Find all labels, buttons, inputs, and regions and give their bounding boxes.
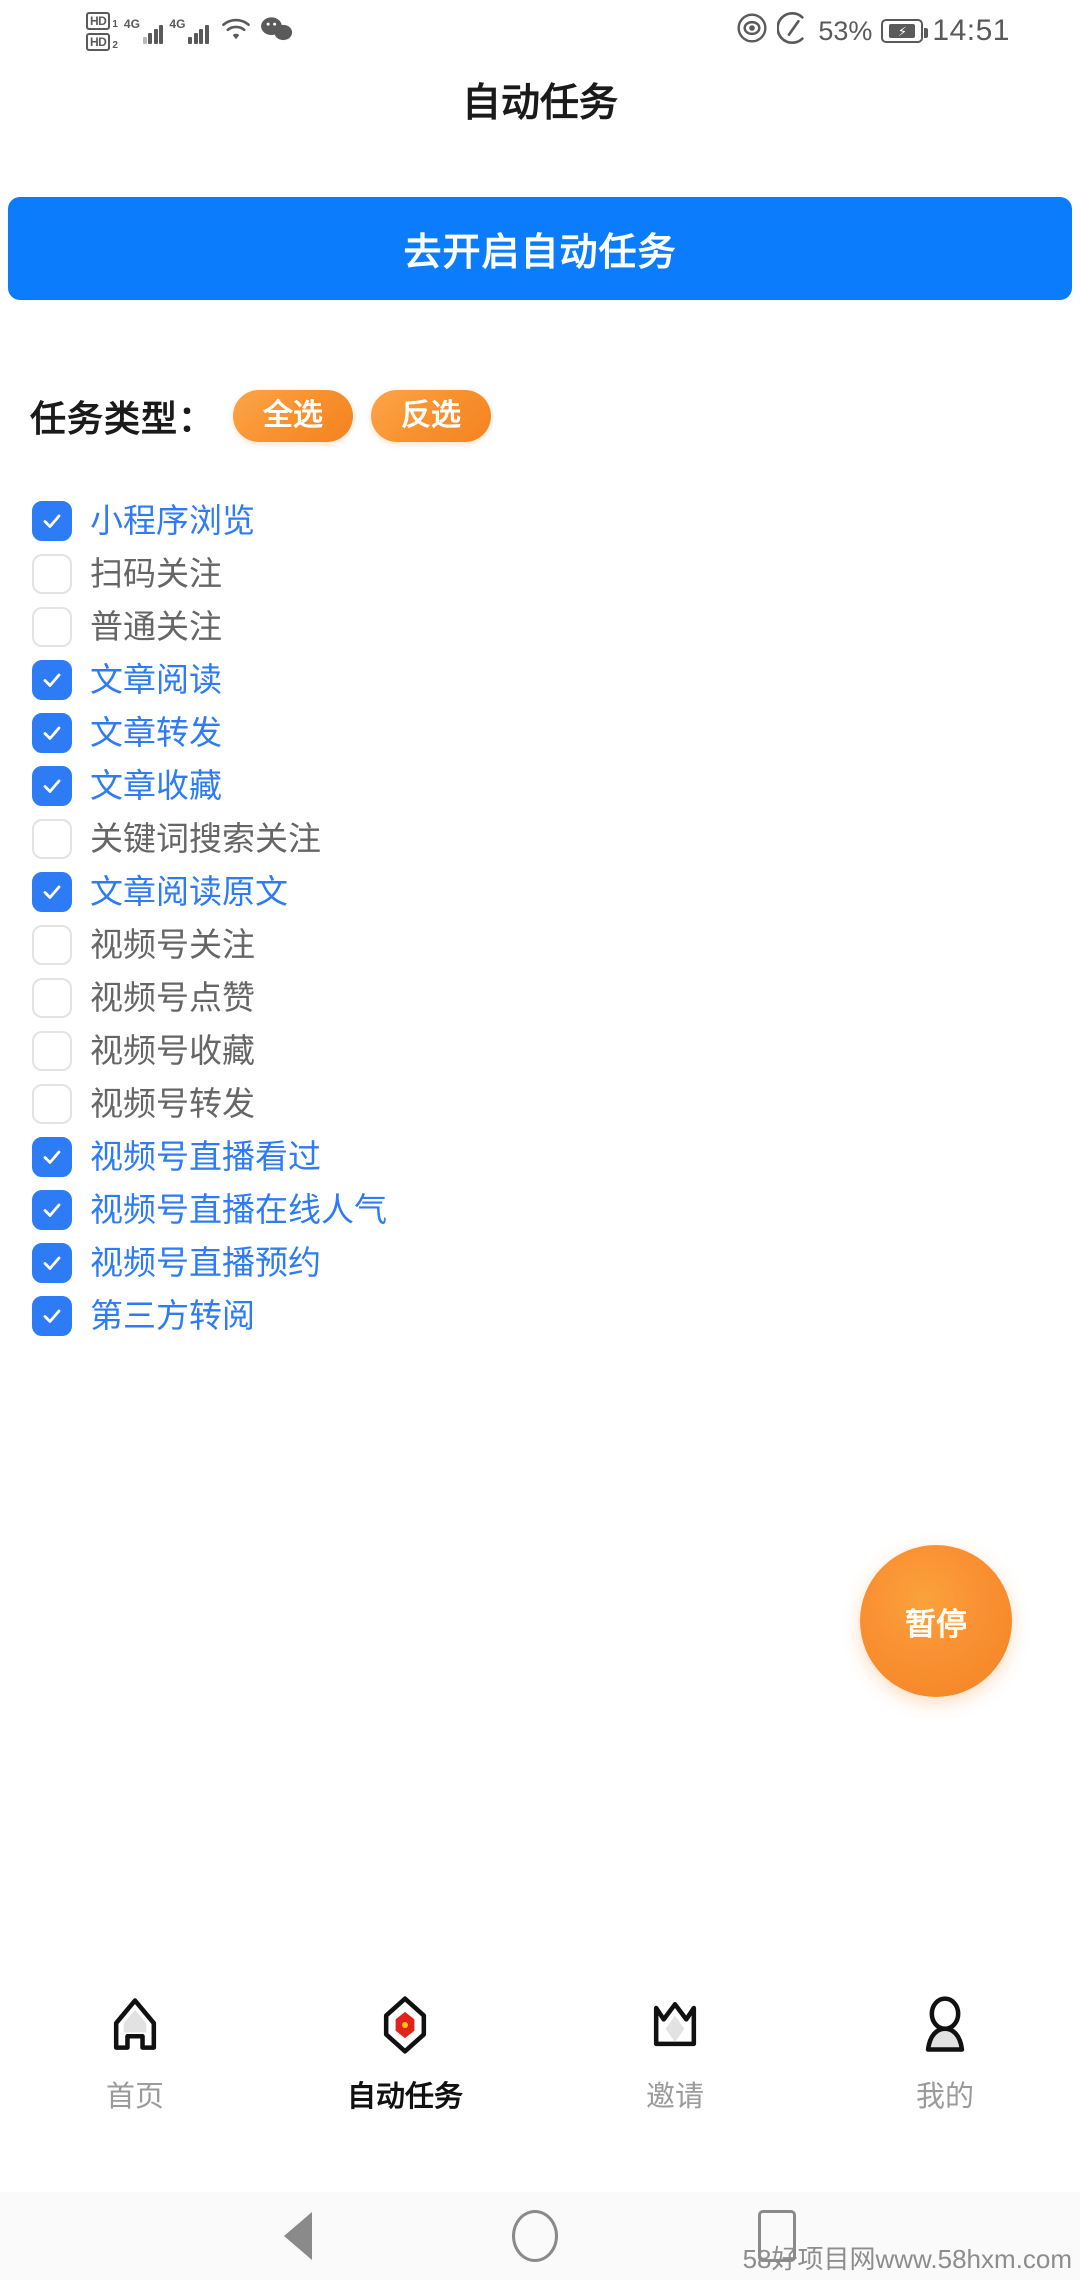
- task-item[interactable]: 文章阅读原文: [32, 865, 732, 918]
- task-item[interactable]: 关键词搜索关注: [32, 812, 732, 865]
- task-item[interactable]: 视频号点赞: [32, 971, 732, 1024]
- task-type-label: 任务类型：: [30, 398, 216, 439]
- hd-dual-sim-icon: HD 1 HD 2: [86, 11, 118, 51]
- hd2-label: HD: [86, 32, 111, 51]
- home-circle-icon[interactable]: [512, 2210, 558, 2262]
- checkbox-checked-icon[interactable]: [32, 659, 72, 700]
- wechat-icon: [259, 15, 295, 48]
- checkbox-unchecked-icon[interactable]: [32, 977, 72, 1018]
- tab-home-label: 首页: [105, 2081, 164, 2113]
- tab-profile[interactable]: 我的: [810, 1975, 1080, 2140]
- task-item-label: 第三方转阅: [90, 1297, 255, 1334]
- speed-meter-icon: [776, 11, 809, 51]
- page-title: 自动任务: [461, 82, 618, 125]
- signal-4g-icon-2: 4G: [169, 18, 209, 44]
- task-item-label: 视频号直播预约: [90, 1244, 321, 1281]
- task-item[interactable]: 文章阅读: [32, 653, 732, 706]
- tab-invite[interactable]: 邀请: [540, 1975, 810, 2140]
- task-item-label: 文章转发: [90, 714, 222, 751]
- checkbox-unchecked-icon[interactable]: [32, 553, 72, 594]
- signal-bars-1: [142, 25, 164, 44]
- task-item-label: 视频号直播看过: [90, 1138, 321, 1175]
- wifi-icon: [219, 16, 253, 47]
- task-item[interactable]: 普通关注: [32, 600, 732, 653]
- hd1-label: HD: [86, 11, 111, 30]
- task-item-label: 视频号直播在线人气: [90, 1191, 387, 1228]
- status-bar-left: HD 1 HD 2 4G 4G: [86, 11, 295, 51]
- status-bar: HD 1 HD 2 4G 4G 53% ⚡ 14:51: [0, 0, 1080, 62]
- task-item[interactable]: 小程序浏览: [32, 494, 732, 547]
- tab-invite-label: 邀请: [645, 2081, 704, 2113]
- task-item-label: 小程序浏览: [90, 502, 255, 539]
- checkbox-checked-icon[interactable]: [32, 1242, 72, 1283]
- task-item-label: 文章收藏: [90, 767, 222, 804]
- bottom-tab-bar: 首页 自动任务 邀请 我的: [0, 1975, 1080, 2140]
- back-triangle-icon[interactable]: [284, 2212, 312, 2260]
- network-type-2: 4G: [169, 17, 186, 31]
- checkbox-checked-icon[interactable]: [32, 1295, 72, 1336]
- task-item[interactable]: 视频号直播看过: [32, 1130, 732, 1183]
- checkbox-unchecked-icon[interactable]: [32, 924, 72, 965]
- battery-charging-icon: ⚡: [881, 19, 929, 43]
- checkbox-unchecked-icon[interactable]: [32, 1030, 72, 1071]
- task-item[interactable]: 文章收藏: [32, 759, 732, 812]
- phone-screen: HD 1 HD 2 4G 4G 53% ⚡ 14:51 自动任务 去开启自动任务…: [0, 0, 1080, 2280]
- pause-floating-button[interactable]: 暂停: [860, 1545, 1012, 1697]
- battery-percent-label: 53%: [818, 15, 873, 46]
- task-item[interactable]: 第三方转阅: [32, 1289, 732, 1342]
- checkbox-unchecked-icon[interactable]: [32, 1083, 72, 1124]
- signal-4g-icon: 4G: [124, 18, 164, 44]
- hd1-sim-number: 1: [112, 18, 118, 30]
- checkbox-checked-icon[interactable]: [32, 500, 72, 541]
- invert-selection-button[interactable]: 反选: [371, 390, 492, 442]
- task-item-label: 视频号转发: [90, 1085, 255, 1122]
- task-item-label: 扫码关注: [90, 555, 222, 592]
- network-type-1: 4G: [123, 17, 140, 31]
- checkbox-checked-icon[interactable]: [32, 1136, 72, 1177]
- task-item-label: 文章阅读: [90, 661, 222, 698]
- checkbox-checked-icon[interactable]: [32, 712, 72, 753]
- task-item[interactable]: 文章转发: [32, 706, 732, 759]
- task-item-label: 文章阅读原文: [90, 873, 288, 910]
- task-item[interactable]: 视频号关注: [32, 918, 732, 971]
- task-item-label: 视频号点赞: [90, 979, 255, 1016]
- task-item-label: 视频号关注: [90, 926, 255, 963]
- task-item-label: 视频号收藏: [90, 1032, 255, 1069]
- task-item[interactable]: 扫码关注: [32, 547, 732, 600]
- task-item-label: 普通关注: [90, 608, 222, 645]
- checkbox-unchecked-icon[interactable]: [32, 818, 72, 859]
- status-bar-right: 53% ⚡ 14:51: [736, 11, 1010, 51]
- clock-label: 14:51: [932, 14, 1010, 47]
- tab-home[interactable]: 首页: [0, 1975, 270, 2140]
- tab-auto-task[interactable]: 自动任务: [270, 1975, 540, 2140]
- tab-auto-task-label: 自动任务: [346, 2081, 463, 2113]
- task-item[interactable]: 视频号转发: [32, 1077, 732, 1130]
- home-icon: [99, 1989, 171, 2061]
- hexagon-task-icon: [369, 1989, 441, 2061]
- task-checkbox-list: 小程序浏览 扫码关注 普通关注 文章阅读 文章转发 文章收藏 关键词搜索关注 文章阅读原文 视频…: [32, 494, 732, 1342]
- signal-bars-2: [188, 25, 209, 44]
- eye-icon: [736, 12, 768, 51]
- start-auto-task-button[interactable]: 去开启自动任务: [8, 197, 1072, 300]
- person-icon: [909, 1989, 981, 2061]
- task-item[interactable]: 视频号直播在线人气: [32, 1183, 732, 1236]
- checkbox-checked-icon[interactable]: [32, 871, 72, 912]
- task-item[interactable]: 视频号收藏: [32, 1024, 732, 1077]
- checkbox-checked-icon[interactable]: [32, 765, 72, 806]
- task-item[interactable]: 视频号直播预约: [32, 1236, 732, 1289]
- task-type-row: 任务类型： 全选 反选: [30, 390, 492, 442]
- tab-profile-label: 我的: [915, 2081, 974, 2113]
- task-item-label: 关键词搜索关注: [90, 820, 321, 857]
- crown-gift-icon: [639, 1989, 711, 2061]
- checkbox-unchecked-icon[interactable]: [32, 606, 72, 647]
- hd2-sim-number: 2: [112, 39, 118, 51]
- select-all-button[interactable]: 全选: [233, 390, 354, 442]
- checkbox-checked-icon[interactable]: [32, 1189, 72, 1230]
- watermark-text: 58好项目网www.58hxm.com: [742, 2244, 1072, 2274]
